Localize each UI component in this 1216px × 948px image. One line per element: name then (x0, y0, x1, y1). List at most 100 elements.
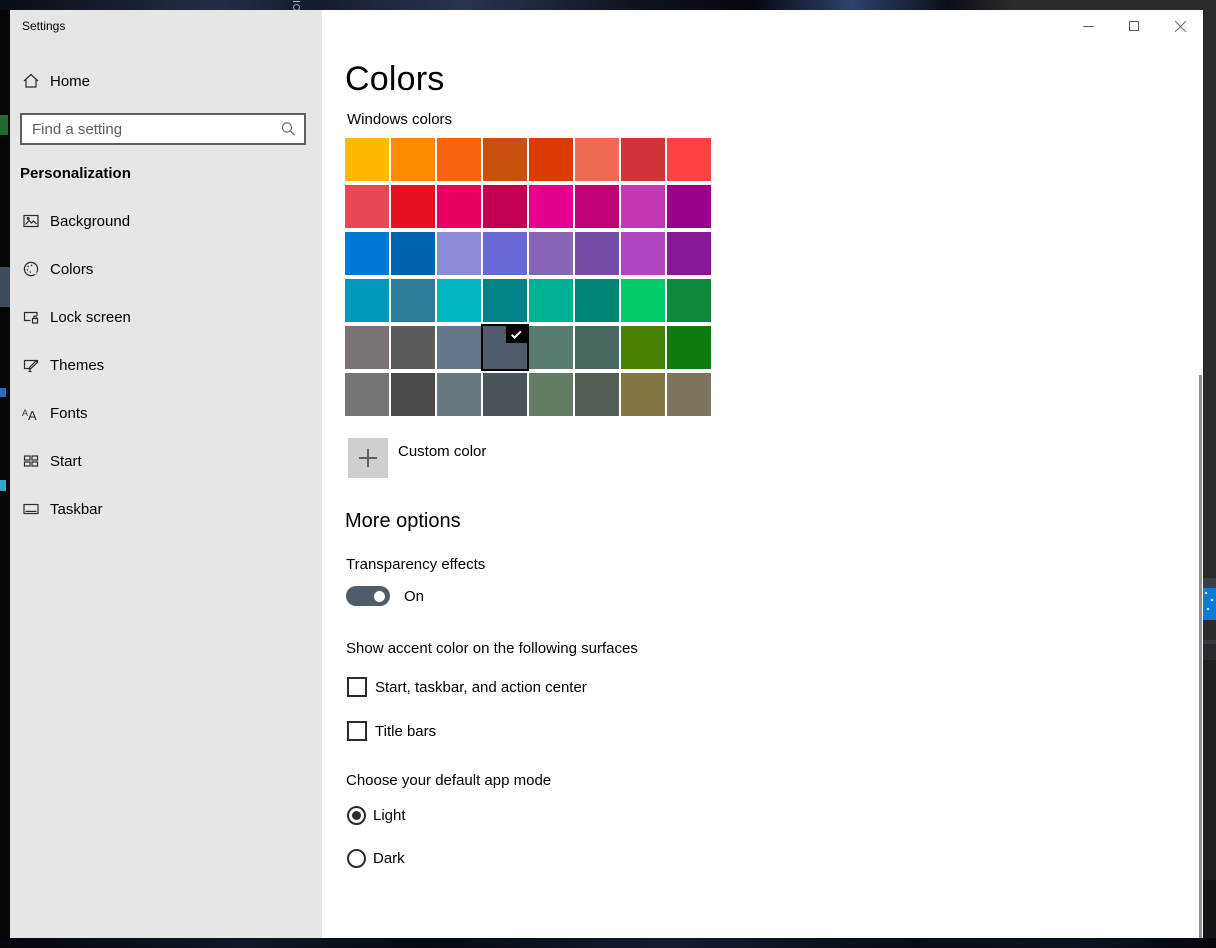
radio-row-light[interactable]: Light (347, 806, 406, 825)
plus-icon (359, 449, 377, 467)
sidebar-item-taskbar[interactable]: Taskbar (10, 491, 322, 527)
radio-button[interactable] (347, 849, 366, 868)
custom-color-button[interactable] (348, 438, 388, 478)
windows-colors-grid (345, 138, 711, 416)
sidebar-item-background[interactable]: Background (10, 203, 322, 239)
color-swatch-2d7d9a[interactable] (391, 279, 435, 322)
color-swatch-00b294[interactable] (529, 279, 573, 322)
color-swatch-e74856[interactable] (345, 185, 389, 228)
sidebar-item-start[interactable]: Start (10, 443, 322, 479)
color-swatch-c30052[interactable] (483, 185, 527, 228)
color-swatch-038387[interactable] (483, 279, 527, 322)
color-swatch-c239b3[interactable] (621, 185, 665, 228)
checkbox-row[interactable]: Title bars (347, 721, 436, 741)
sidebar-item-themes[interactable]: Themes (10, 347, 322, 383)
color-swatch-107c10[interactable] (667, 326, 711, 369)
transparency-toggle[interactable] (346, 586, 390, 606)
background-window-edge (1203, 10, 1216, 938)
color-swatch-4c4a48[interactable] (391, 373, 435, 416)
desktop-fragment (0, 267, 10, 307)
color-swatch-0063b1[interactable] (391, 232, 435, 275)
window-title: Settings (22, 19, 65, 33)
sidebar-item-fonts[interactable]: AAFonts (10, 395, 322, 431)
color-swatch-ff8c00[interactable] (391, 138, 435, 181)
custom-color-label: Custom color (398, 443, 486, 460)
palette-icon (22, 260, 40, 278)
color-swatch-8e8cd8[interactable] (437, 232, 481, 275)
desktop-fragment (0, 115, 8, 135)
background-window-band (1203, 660, 1216, 880)
color-swatch-647c64[interactable] (529, 373, 573, 416)
themes-icon (22, 356, 40, 374)
color-swatch-e3008c[interactable] (529, 185, 573, 228)
radio-row-dark[interactable]: Dark (347, 849, 405, 868)
checkbox-label: Title bars (375, 723, 436, 740)
background-window-band (1203, 640, 1216, 644)
color-swatch-7e735f[interactable] (667, 373, 711, 416)
minimize-button[interactable] (1065, 10, 1111, 42)
radio-button[interactable] (347, 806, 366, 825)
color-swatch-515c6b[interactable] (483, 326, 527, 369)
desktop-fragment (0, 388, 6, 397)
scrollbar-thumb[interactable] (1199, 375, 1202, 938)
color-swatch-d13438[interactable] (621, 138, 665, 181)
color-swatch-0078d7[interactable] (345, 232, 389, 275)
color-swatch-6b69d6[interactable] (483, 232, 527, 275)
maximize-button[interactable] (1111, 10, 1157, 42)
color-swatch-10893e[interactable] (667, 279, 711, 322)
search-input[interactable] (22, 115, 304, 143)
color-swatch-f7630c[interactable] (437, 138, 481, 181)
color-swatch-881798[interactable] (667, 232, 711, 275)
color-swatch-486860[interactable] (575, 326, 619, 369)
color-swatch-847545[interactable] (621, 373, 665, 416)
sidebar-item-colors[interactable]: Colors (10, 251, 322, 287)
color-swatch-ea005e[interactable] (437, 185, 481, 228)
color-swatch-5d5a58[interactable] (391, 326, 435, 369)
color-swatch-ffb900[interactable] (345, 138, 389, 181)
color-swatch-bf0077[interactable] (575, 185, 619, 228)
color-swatch-69797e[interactable] (437, 373, 481, 416)
sidebar-item-label: Home (50, 73, 90, 90)
background-window-blue-block (1203, 588, 1216, 620)
radio-label: Dark (373, 850, 405, 867)
color-swatch-018574[interactable] (575, 279, 619, 322)
color-swatch-7a7574[interactable] (345, 326, 389, 369)
sidebar-item-label: Taskbar (50, 501, 103, 518)
color-swatch-9a0089[interactable] (667, 185, 711, 228)
color-swatch-8764b8[interactable] (529, 232, 573, 275)
background-window-icon (292, 1, 301, 9)
color-swatch-b146c2[interactable] (621, 232, 665, 275)
color-swatch-da3b01[interactable] (529, 138, 573, 181)
color-swatch-ca5010[interactable] (483, 138, 527, 181)
color-swatch-744da9[interactable] (575, 232, 619, 275)
checkbox-row[interactable]: Start, taskbar, and action center (347, 677, 587, 697)
checkbox-label: Start, taskbar, and action center (375, 679, 587, 696)
color-swatch-525e54[interactable] (575, 373, 619, 416)
background-window-band (1203, 880, 1216, 938)
color-swatch-0099bc[interactable] (345, 279, 389, 322)
sidebar-item-label: Background (50, 213, 130, 230)
sidebar-item-lock-screen[interactable]: Lock screen (10, 299, 322, 335)
color-swatch-68768a[interactable] (437, 326, 481, 369)
color-swatch-567c73[interactable] (529, 326, 573, 369)
close-button[interactable] (1157, 10, 1203, 42)
checkbox[interactable] (347, 677, 367, 697)
color-swatch-4a5459[interactable] (483, 373, 527, 416)
color-swatch-ff4343[interactable] (667, 138, 711, 181)
sidebar-item-home[interactable]: Home (10, 63, 322, 99)
color-swatch-e81123[interactable] (391, 185, 435, 228)
sidebar-item-label: Lock screen (50, 309, 131, 326)
close-icon (1174, 20, 1187, 33)
background-window-band (1203, 578, 1216, 588)
color-swatch-498205[interactable] (621, 326, 665, 369)
color-swatch-ef6950[interactable] (575, 138, 619, 181)
desktop-edge-bottom (0, 938, 1216, 948)
search-icon[interactable] (279, 120, 297, 138)
app-mode-label: Choose your default app mode (346, 772, 551, 789)
color-swatch-00b7c3[interactable] (437, 279, 481, 322)
accent-surfaces-label: Show accent color on the following surfa… (346, 640, 638, 657)
color-swatch-767676[interactable] (345, 373, 389, 416)
sidebar: Settings Home Personalization Background (10, 10, 322, 938)
color-swatch-00cc6a[interactable] (621, 279, 665, 322)
checkbox[interactable] (347, 721, 367, 741)
